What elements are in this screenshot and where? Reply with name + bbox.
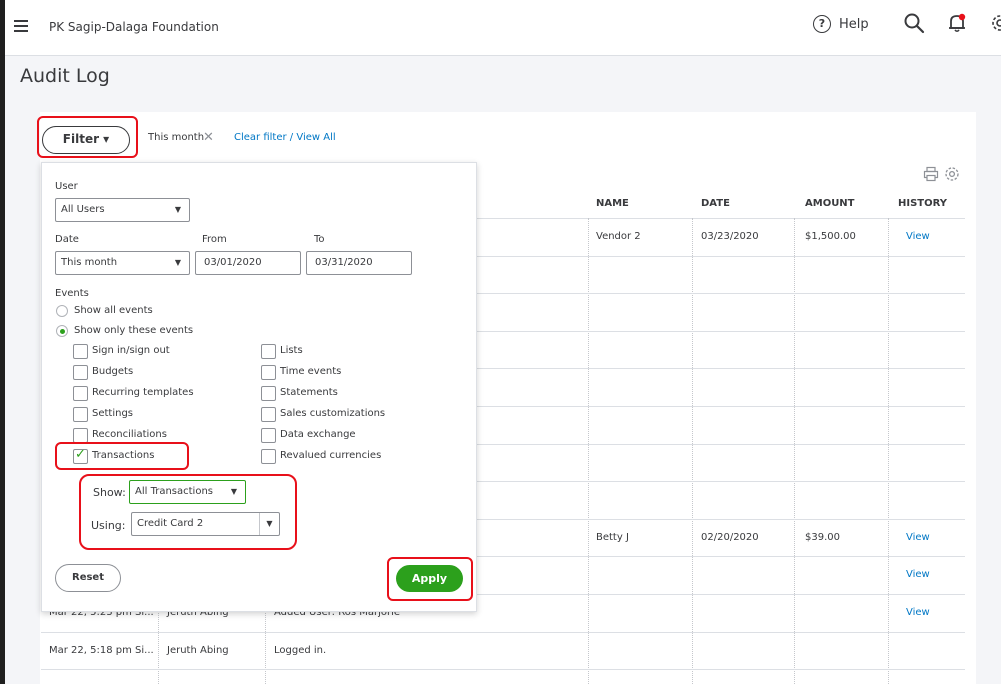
help-icon: ? — [813, 15, 831, 33]
settings-gear-icon[interactable] — [988, 11, 1001, 35]
checkbox-label-settings: Settings — [92, 408, 134, 419]
checkbox-time-events[interactable] — [261, 365, 276, 380]
show-all-events-radio[interactable] — [56, 305, 68, 317]
top-bar: PK Sagip-Dalaga Foundation ? Help — [5, 0, 1001, 56]
date-range-value: This month — [61, 257, 118, 268]
chevron-down-icon: ▼ — [174, 205, 181, 214]
checkbox-label-budgets: Budgets — [92, 366, 134, 377]
checkbox-label-recurring-templates: Recurring templates — [92, 387, 194, 398]
company-name: PK Sagip-Dalaga Foundation — [49, 20, 219, 34]
highlight-filter-button — [37, 116, 138, 158]
column-header-history[interactable]: HISTORY — [898, 198, 947, 209]
table-settings-gear-icon[interactable] — [944, 166, 960, 182]
window-edge — [0, 0, 5, 684]
row-divider — [41, 669, 965, 671]
from-label: From — [202, 234, 227, 245]
checkbox-label-reconciliations: Reconciliations — [92, 429, 167, 440]
checkbox-label-sign-in-sign-out: Sign in/sign out — [92, 345, 170, 356]
checkbox-settings[interactable] — [73, 407, 88, 422]
search-icon[interactable] — [902, 11, 926, 35]
cell-name: Vendor 2 — [596, 231, 641, 242]
history-view-link[interactable]: View — [906, 532, 930, 543]
column-header-amount[interactable]: AMOUNT — [805, 198, 855, 209]
column-header-date[interactable]: DATE — [701, 198, 730, 209]
from-date-input[interactable]: 03/01/2020 — [195, 251, 301, 275]
checkbox-lists[interactable] — [261, 344, 276, 359]
checkbox-revalued-currencies[interactable] — [261, 449, 276, 464]
checkbox-label-statements: Statements — [280, 387, 338, 398]
cell-event: Logged in. — [274, 644, 327, 656]
checkbox-reconciliations[interactable] — [73, 428, 88, 443]
active-filter-chip: This month — [148, 132, 205, 143]
help-label: Help — [839, 16, 869, 32]
chevron-down-icon: ▼ — [174, 258, 181, 267]
show-only-events-label: Show only these events — [74, 325, 194, 336]
clear-filter-link[interactable]: Clear filter / View All — [234, 132, 336, 143]
user-label: User — [55, 181, 78, 192]
checkbox-label-data-exchange: Data exchange — [280, 429, 356, 440]
cell-date-changed: Mar 22, 5:18 pm Si... — [49, 644, 154, 656]
cell-user: Jeruth Abing — [167, 644, 229, 656]
checkbox-statements[interactable] — [261, 386, 276, 401]
hamburger-menu-icon[interactable] — [14, 20, 29, 32]
cell-amount: $1,500.00 — [805, 231, 856, 242]
show-all-events-label: Show all events — [74, 305, 153, 316]
print-icon[interactable] — [923, 166, 939, 182]
highlight-show-using-selects — [79, 474, 297, 550]
show-only-events-radio[interactable] — [56, 325, 68, 337]
checkbox-label-sales-customizations: Sales customizations — [280, 408, 386, 419]
to-label: To — [314, 234, 325, 245]
checkbox-sign-in-sign-out[interactable] — [73, 344, 88, 359]
column-header-name[interactable]: NAME — [596, 198, 629, 209]
history-view-link[interactable]: View — [906, 607, 930, 618]
cell-amount: $39.00 — [805, 531, 840, 543]
page-title: Audit Log — [20, 65, 110, 87]
checkbox-sales-customizations[interactable] — [261, 407, 276, 422]
checkbox-budgets[interactable] — [73, 365, 88, 380]
events-label: Events — [55, 288, 89, 299]
cell-date: 02/20/2020 — [701, 531, 759, 543]
to-date-input[interactable]: 03/31/2020 — [306, 251, 412, 275]
user-select-value: All Users — [61, 204, 105, 215]
reset-button[interactable]: Reset — [55, 564, 121, 592]
checkbox-label-time-events: Time events — [280, 366, 342, 377]
remove-filter-icon[interactable]: ✕ — [203, 130, 214, 145]
notification-bell-icon[interactable] — [945, 11, 969, 35]
cell-date: 03/23/2020 — [701, 231, 759, 242]
history-view-link[interactable]: View — [906, 569, 930, 580]
date-range-select[interactable]: This month ▼ — [55, 251, 190, 275]
highlight-transactions-checkbox — [55, 442, 189, 470]
highlight-apply-button — [387, 557, 473, 601]
checkbox-label-revalued-currencies: Revalued currencies — [280, 450, 382, 461]
date-label: Date — [55, 234, 79, 245]
user-select[interactable]: All Users ▼ — [55, 198, 190, 222]
help-button[interactable]: ? Help — [813, 13, 869, 35]
checkbox-recurring-templates[interactable] — [73, 386, 88, 401]
checkbox-label-lists: Lists — [280, 345, 303, 356]
history-view-link[interactable]: View — [906, 231, 930, 242]
checkbox-data-exchange[interactable] — [261, 428, 276, 443]
cell-name: Betty J — [596, 531, 629, 543]
